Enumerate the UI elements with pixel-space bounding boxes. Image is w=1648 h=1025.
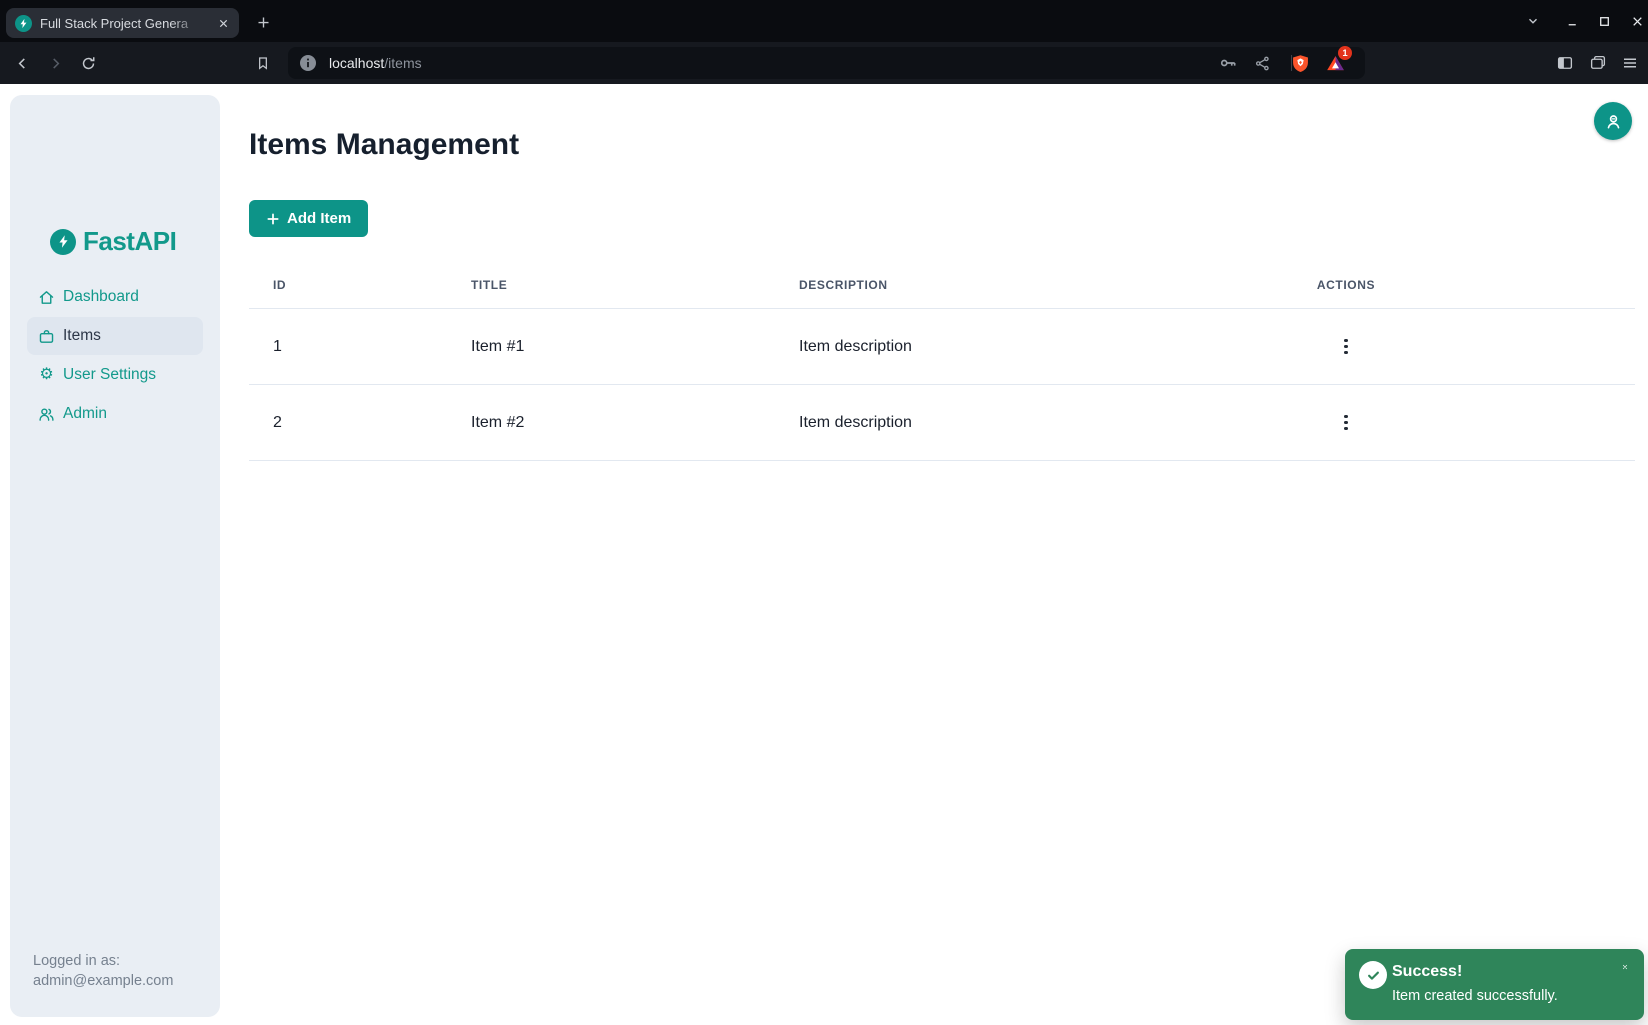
add-item-button[interactable]: Add Item	[249, 200, 368, 237]
share-icon[interactable]	[1250, 51, 1274, 75]
success-toast: Success! Item created successfully.	[1345, 949, 1644, 1020]
item-description-cell: Item description	[775, 414, 1255, 432]
brand-name: FastAPI	[83, 226, 176, 257]
col-header-title: TITLE	[447, 278, 775, 292]
fastapi-favicon-icon	[15, 15, 32, 32]
users-icon	[38, 406, 55, 423]
logged-in-info: Logged in as: admin@example.com	[33, 952, 173, 991]
url-host: localhost	[329, 55, 384, 71]
reload-button[interactable]	[76, 51, 100, 75]
logged-in-label: Logged in as:	[33, 952, 173, 972]
back-button[interactable]	[10, 51, 34, 75]
user-icon	[1603, 111, 1624, 132]
fastapi-bolt-icon	[50, 229, 76, 255]
page-title: Items Management	[249, 128, 519, 162]
toast-message: Item created successfully.	[1392, 988, 1558, 1004]
tab-title: Full Stack Project Genera	[40, 16, 207, 31]
sidebar-item-admin[interactable]: Admin	[27, 395, 203, 433]
col-header-id: ID	[249, 278, 447, 292]
row-actions-menu-button[interactable]	[1332, 333, 1360, 361]
url-text: localhost/items	[329, 55, 422, 71]
home-icon	[38, 289, 55, 306]
app-sidebar: FastAPI Dashboard Items ⚙ User Settings	[10, 95, 220, 1017]
browser-tab[interactable]: Full Stack Project Genera	[6, 8, 239, 38]
add-item-label: Add Item	[287, 210, 351, 227]
browser-titlebar: Full Stack Project Genera	[0, 0, 1648, 42]
browser-window: Full Stack Project Genera	[0, 0, 1648, 1025]
items-table: ID TITLE DESCRIPTION ACTIONS 1 Item #1 I…	[249, 262, 1635, 461]
item-title-cell: Item #2	[447, 414, 775, 432]
tab-search-chevron-icon[interactable]	[1520, 8, 1546, 34]
window-minimize-button[interactable]	[1559, 8, 1585, 34]
gear-icon: ⚙	[38, 367, 55, 384]
sidebar-nav: Dashboard Items ⚙ User Settings Admin	[10, 278, 220, 434]
rewards-notification-badge: 1	[1338, 46, 1352, 60]
sidebar-item-dashboard[interactable]: Dashboard	[27, 278, 203, 316]
col-header-description: DESCRIPTION	[775, 278, 1255, 292]
briefcase-icon	[38, 328, 55, 345]
password-key-icon[interactable]	[1216, 51, 1240, 75]
item-id-cell: 1	[249, 338, 447, 356]
user-avatar-button[interactable]	[1594, 102, 1632, 140]
toast-close-icon[interactable]	[1616, 958, 1634, 976]
item-id-cell: 2	[249, 414, 447, 432]
row-actions-menu-button[interactable]	[1332, 409, 1360, 437]
brave-rewards-icon[interactable]: 1	[1323, 51, 1347, 75]
sidebar-item-label: Items	[63, 327, 101, 345]
sidebar-item-label: User Settings	[63, 366, 156, 384]
sidebar-item-label: Dashboard	[63, 288, 139, 306]
plus-icon	[266, 212, 280, 226]
toast-title: Success!	[1392, 963, 1462, 981]
menu-hamburger-icon[interactable]	[1618, 51, 1642, 75]
sidebar-panel-icon[interactable]	[1553, 51, 1577, 75]
col-header-actions: ACTIONS	[1255, 278, 1437, 292]
browser-toolbar: localhost/items 1	[0, 42, 1648, 84]
window-close-button[interactable]	[1624, 8, 1648, 34]
sidebar-item-user-settings[interactable]: ⚙ User Settings	[27, 356, 203, 394]
window-maximize-button[interactable]	[1591, 8, 1617, 34]
table-row: 2 Item #2 Item description	[249, 385, 1635, 461]
sidebar-item-label: Admin	[63, 405, 107, 423]
logged-in-email: admin@example.com	[33, 972, 173, 992]
forward-button[interactable]	[43, 51, 67, 75]
new-tab-button[interactable]	[251, 10, 275, 34]
table-row: 1 Item #1 Item description	[249, 309, 1635, 385]
url-path: /items	[384, 55, 421, 71]
item-description-cell: Item description	[775, 338, 1255, 356]
sidebar-item-items[interactable]: Items	[27, 317, 203, 355]
url-bar[interactable]: localhost/items 1	[288, 47, 1365, 79]
site-info-icon[interactable]	[300, 55, 316, 71]
check-circle-icon	[1359, 961, 1387, 989]
wallet-icon[interactable]	[1586, 51, 1610, 75]
brave-shield-icon[interactable]	[1288, 51, 1312, 75]
tab-close-icon[interactable]	[215, 15, 231, 31]
item-title-cell: Item #1	[447, 338, 775, 356]
fastapi-logo: FastAPI	[50, 226, 176, 257]
bookmark-icon[interactable]	[251, 51, 275, 75]
table-header-row: ID TITLE DESCRIPTION ACTIONS	[249, 262, 1635, 309]
